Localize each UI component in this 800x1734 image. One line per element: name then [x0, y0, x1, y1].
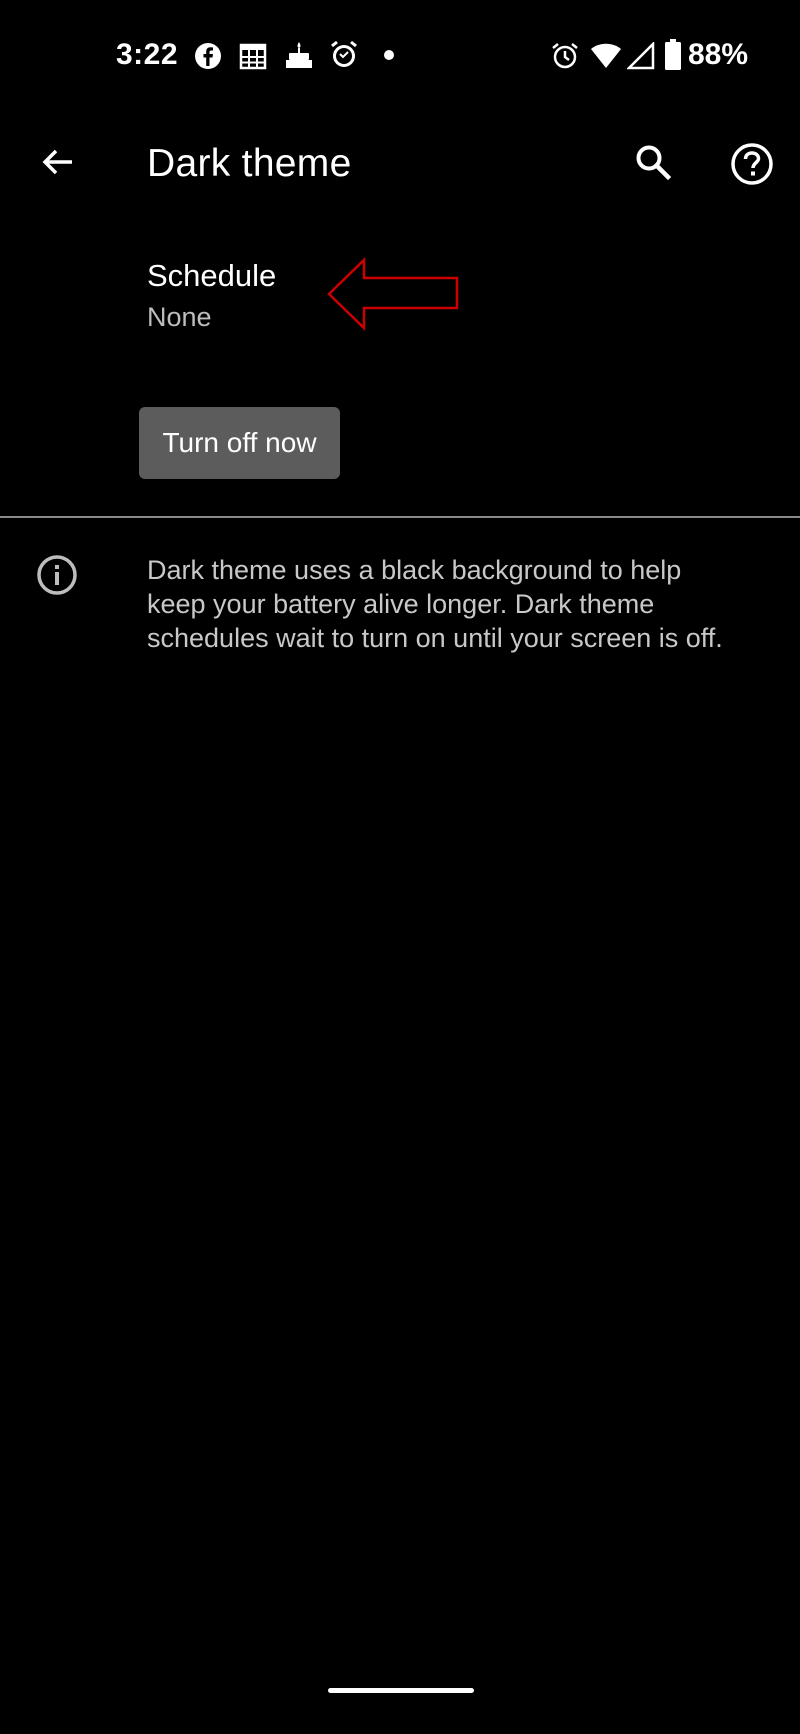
status-bar: 3:22 88% — [0, 0, 800, 110]
info-icon — [37, 555, 77, 595]
app-bar: Dark theme — [0, 120, 800, 210]
signal-icon — [627, 42, 655, 70]
calendar-icon — [239, 43, 267, 70]
help-icon — [731, 143, 773, 185]
help-button[interactable] — [722, 134, 782, 194]
divider — [0, 516, 800, 518]
facebook-icon — [195, 43, 221, 69]
schedule-value: None — [147, 302, 212, 332]
battery-percentage: 88% — [688, 38, 749, 71]
page-title: Dark theme — [147, 142, 352, 185]
gesture-nav-handle[interactable] — [328, 1688, 474, 1693]
cake-icon — [286, 42, 312, 68]
battery-icon — [665, 39, 681, 70]
turn-off-now-button[interactable]: Turn off now — [139, 407, 340, 479]
search-button[interactable] — [625, 134, 681, 190]
schedule-title: Schedule — [147, 258, 277, 293]
status-time: 3:22 — [116, 38, 179, 71]
red-arrow-annotation — [327, 257, 459, 331]
dot-icon — [384, 50, 394, 60]
alarm-clock-icon — [331, 40, 357, 67]
alarm-icon — [552, 43, 578, 69]
back-button[interactable] — [30, 134, 86, 190]
info-text: Dark theme uses a black background to he… — [147, 555, 723, 653]
arrow-back-icon — [42, 149, 72, 175]
wifi-icon — [591, 43, 621, 68]
search-icon — [636, 145, 672, 181]
